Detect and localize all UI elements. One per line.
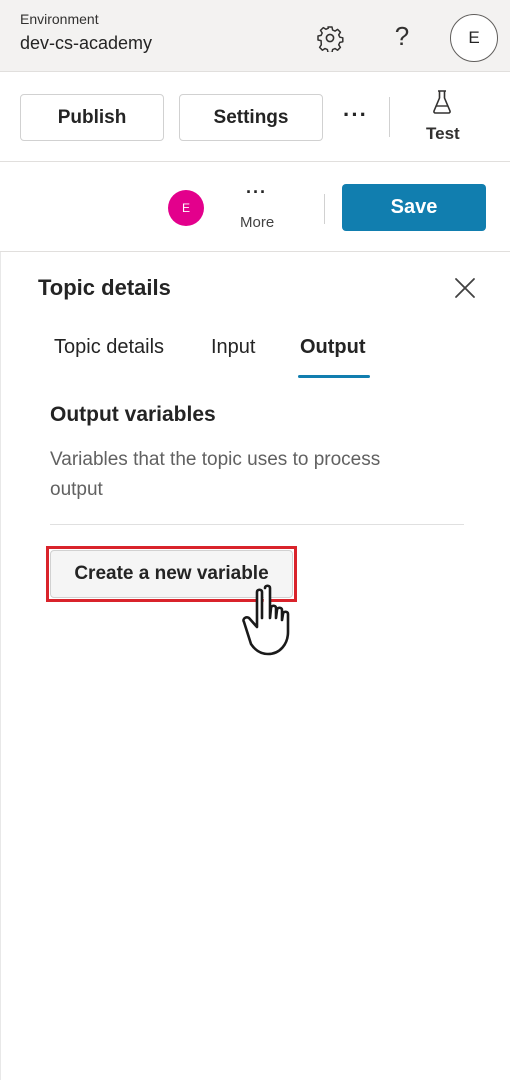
gear-icon[interactable] [316, 24, 344, 52]
save-button[interactable]: Save [342, 184, 486, 231]
tab-topic-details[interactable]: Topic details [54, 336, 164, 359]
topic-details-panel: Topic details Topic details Input Output… [0, 252, 510, 1080]
savebar-divider [324, 194, 325, 224]
publish-button[interactable]: Publish [20, 94, 164, 141]
flask-icon[interactable] [430, 89, 454, 115]
more-options-icon[interactable]: ··· [343, 102, 368, 128]
section-description: Variables that the topic uses to process… [50, 449, 381, 500]
environment-label: Environment [20, 11, 99, 27]
section-heading: Output variables [50, 403, 216, 426]
tab-output[interactable]: Output [300, 336, 366, 359]
tab-input[interactable]: Input [211, 336, 255, 359]
section-divider [50, 524, 464, 525]
close-icon[interactable] [453, 276, 477, 300]
user-avatar[interactable]: E [450, 14, 498, 62]
command-bar: Publish Settings ··· Test [0, 72, 510, 162]
more-icon[interactable]: ··· [246, 182, 267, 203]
selected-tab-indicator [298, 375, 370, 378]
hand-pointer-icon [242, 584, 290, 656]
more-label[interactable]: More [240, 214, 274, 231]
panel-title: Topic details [38, 275, 171, 300]
environment-bar: Environment dev-cs-academy ? E [0, 0, 510, 72]
save-bar: E ··· More Save [0, 162, 510, 252]
toolbar-divider [389, 97, 390, 137]
collaborator-avatar[interactable]: E [168, 190, 204, 226]
settings-button[interactable]: Settings [179, 94, 323, 141]
environment-name[interactable]: dev-cs-academy [20, 33, 152, 54]
question-icon[interactable]: ? [390, 18, 414, 54]
test-button-label[interactable]: Test [426, 124, 460, 144]
